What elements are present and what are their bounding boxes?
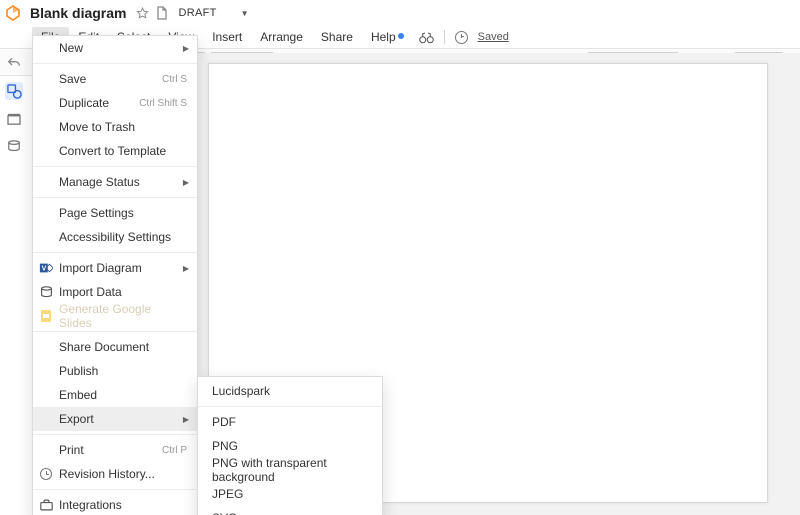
- menu-insert[interactable]: Insert: [203, 27, 251, 47]
- file-integrations[interactable]: Integrations: [33, 493, 197, 515]
- file-new[interactable]: New▶: [33, 36, 197, 60]
- menu-share[interactable]: Share: [312, 27, 362, 47]
- file-accessibility-settings[interactable]: Accessibility Settings: [33, 225, 197, 249]
- file-embed[interactable]: Embed: [33, 383, 197, 407]
- chevron-right-icon: ▶: [183, 44, 189, 53]
- menu-arrange[interactable]: Arrange: [251, 27, 312, 47]
- shapes-panel-icon[interactable]: [5, 82, 23, 100]
- containers-panel-icon[interactable]: [5, 110, 23, 128]
- draft-status-dropdown[interactable]: DRAFT▼: [178, 7, 248, 19]
- export-lucidspark[interactable]: Lucidspark: [198, 379, 382, 403]
- app-logo: [4, 4, 22, 22]
- file-import-diagram[interactable]: V Import Diagram▶: [33, 256, 197, 280]
- chevron-right-icon: ▶: [183, 178, 189, 187]
- saved-status[interactable]: Saved: [478, 31, 509, 43]
- file-print[interactable]: PrintCtrl P: [33, 438, 197, 462]
- star-icon[interactable]: [135, 6, 149, 20]
- chevron-right-icon: ▶: [183, 264, 189, 273]
- file-save[interactable]: SaveCtrl S: [33, 67, 197, 91]
- briefcase-icon: [38, 497, 54, 513]
- file-move-to-trash[interactable]: Move to Trash: [33, 115, 197, 139]
- export-png-transparent[interactable]: PNG with transparent background: [198, 458, 382, 482]
- clock-icon: [38, 466, 54, 482]
- file-manage-status[interactable]: Manage Status▶: [33, 170, 197, 194]
- export-pdf[interactable]: PDF: [198, 410, 382, 434]
- export-jpeg[interactable]: JPEG: [198, 482, 382, 506]
- menu-help[interactable]: Help: [362, 27, 413, 47]
- visio-icon: V: [38, 260, 54, 276]
- file-revision-history[interactable]: Revision History...: [33, 462, 197, 486]
- history-icon[interactable]: [455, 31, 468, 44]
- chevron-right-icon: ▶: [183, 415, 189, 424]
- document-title[interactable]: Blank diagram: [30, 5, 126, 21]
- file-publish[interactable]: Publish: [33, 359, 197, 383]
- document-icon[interactable]: [155, 6, 169, 20]
- left-rail: [0, 50, 28, 510]
- export-submenu: Lucidspark PDF PNG PNG with transparent …: [197, 376, 383, 515]
- undo-rail-icon[interactable]: [5, 54, 23, 72]
- data-panel-icon[interactable]: [5, 138, 23, 156]
- file-duplicate[interactable]: DuplicateCtrl Shift S: [33, 91, 197, 115]
- google-slides-icon: [38, 308, 54, 324]
- export-png[interactable]: PNG: [198, 434, 382, 458]
- file-page-settings[interactable]: Page Settings: [33, 201, 197, 225]
- file-generate-google-slides: Generate Google Slides: [33, 304, 197, 328]
- title-bar: Blank diagram DRAFT▼: [0, 0, 800, 26]
- file-import-data[interactable]: Import Data: [33, 280, 197, 304]
- svg-text:V: V: [42, 266, 47, 273]
- draft-label: DRAFT: [178, 7, 216, 19]
- export-svg[interactable]: SVG: [198, 506, 382, 515]
- find-icon[interactable]: [419, 31, 434, 44]
- file-export[interactable]: Export▶: [33, 407, 197, 431]
- file-menu-dropdown: New▶ SaveCtrl S DuplicateCtrl Shift S Mo…: [32, 35, 198, 515]
- file-share-document[interactable]: Share Document: [33, 335, 197, 359]
- help-notification-dot: [398, 33, 404, 39]
- database-icon: [38, 284, 54, 300]
- file-convert-to-template[interactable]: Convert to Template: [33, 139, 197, 163]
